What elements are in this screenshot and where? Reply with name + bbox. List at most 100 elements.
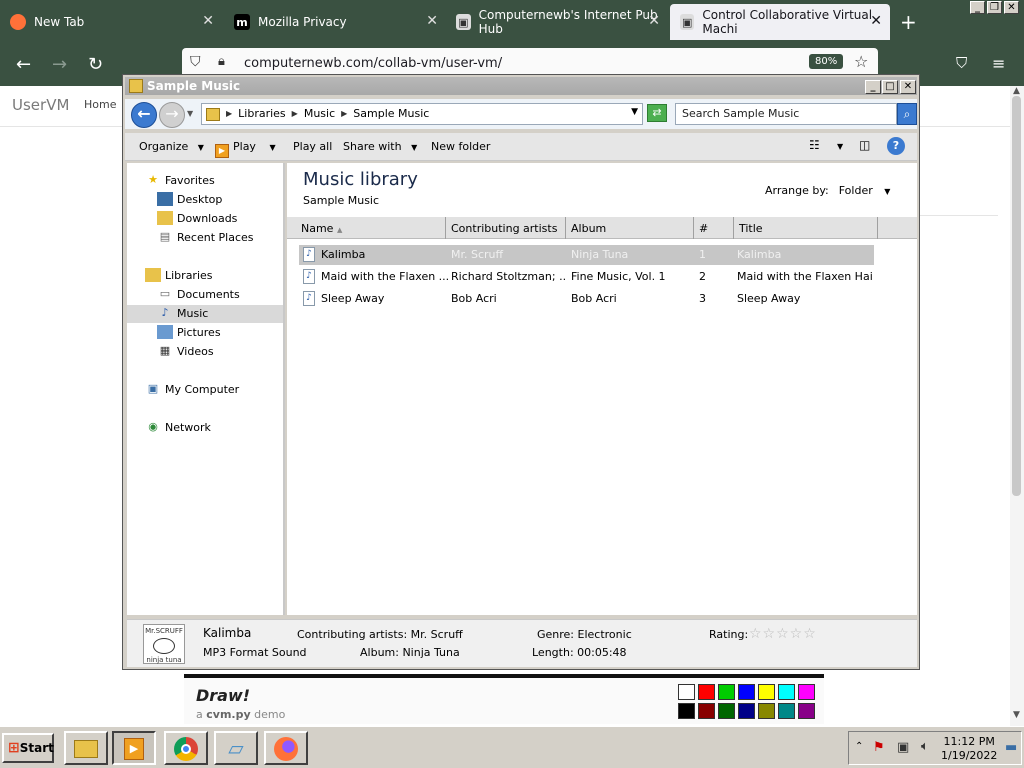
column-number[interactable]: # — [699, 222, 708, 235]
close-icon[interactable]: ✕ — [900, 80, 916, 94]
color-swatch[interactable] — [678, 684, 695, 700]
nav-item-pictures[interactable]: Pictures — [157, 325, 221, 339]
color-swatch[interactable] — [718, 684, 735, 700]
column-artists[interactable]: Contributing artists — [451, 222, 557, 235]
chevron-right-icon[interactable]: ▶ — [226, 109, 232, 118]
color-swatch[interactable] — [778, 703, 795, 719]
arrange-by[interactable]: Arrange by: Folder ▼ — [765, 184, 890, 197]
address-input[interactable]: ▶ Libraries ▶ Music ▶ Sample Music ▼ — [201, 103, 643, 125]
color-swatch[interactable] — [738, 684, 755, 700]
start-button[interactable]: ⊞Start — [2, 733, 54, 763]
nav-item-my-computer[interactable]: ▣ My Computer — [145, 382, 239, 396]
nav-item-documents[interactable]: ▭ Documents — [157, 287, 240, 301]
shield-icon[interactable]: ⛉ — [190, 54, 201, 70]
nav-item-recent-places[interactable]: ▤ Recent Places — [157, 230, 254, 244]
network-tray-icon[interactable]: ▣ — [897, 740, 909, 755]
play-all-button[interactable]: Play all — [293, 140, 332, 153]
search-icon[interactable]: ⌕ — [897, 103, 917, 125]
tab-mozilla-privacy[interactable]: m Mozilla Privacy ✕ — [224, 4, 446, 40]
column-divider[interactable] — [445, 217, 446, 239]
clock[interactable]: 11:12 PM 1/19/2022 — [941, 735, 997, 763]
maximize-icon[interactable]: □ — [882, 80, 898, 94]
scroll-down-icon[interactable]: ▼ — [1013, 710, 1020, 720]
chevron-down-icon[interactable]: ▼ — [837, 142, 843, 151]
scroll-up-icon[interactable]: ▲ — [1013, 86, 1020, 96]
color-swatch[interactable] — [758, 684, 775, 700]
url-text[interactable]: computernewb.com/collab-vm/user-vm/ — [244, 56, 502, 71]
color-swatch[interactable] — [798, 684, 815, 700]
view-options-icon[interactable]: ☷ — [809, 138, 820, 152]
security-alert-icon[interactable]: ⚑ — [873, 740, 885, 755]
new-folder-button[interactable]: New folder — [431, 140, 490, 153]
reload-icon[interactable]: ↻ — [88, 54, 103, 75]
nav-item-desktop[interactable]: Desktop — [157, 192, 222, 206]
lock-icon[interactable]: 🔒︎ — [218, 54, 225, 69]
restore-icon[interactable]: ❐ — [987, 1, 1002, 14]
nav-item-libraries[interactable]: Libraries — [145, 268, 213, 282]
column-title[interactable]: Title — [739, 222, 763, 235]
column-divider[interactable] — [733, 217, 734, 239]
pocket-icon[interactable]: ⛉ — [956, 54, 967, 72]
back-arrow-icon[interactable]: ← — [16, 54, 31, 75]
color-swatch[interactable] — [718, 703, 735, 719]
close-tab-icon[interactable]: ✕ — [426, 13, 438, 29]
breadcrumb-music[interactable]: Music — [304, 107, 335, 120]
tab-internet-pub-hub[interactable]: ▣ Computernewb's Internet Pub Hub ✕ — [446, 4, 668, 40]
breadcrumb-libraries[interactable]: Libraries — [238, 107, 286, 120]
table-row[interactable]: ♪ Maid with the Flaxen ... Richard Stolt… — [299, 267, 874, 287]
nav-item-network[interactable]: ◉ Network — [145, 420, 211, 434]
play-button[interactable]: ▶ Play ▼ — [215, 140, 276, 158]
history-dropdown-icon[interactable]: ▼ — [187, 109, 193, 118]
bookmark-star-icon[interactable]: ☆ — [854, 52, 868, 71]
search-input[interactable]: Search Sample Music — [675, 103, 897, 125]
share-with-button[interactable]: Share with ▼ — [343, 140, 417, 153]
close-tab-icon[interactable]: ✕ — [202, 13, 214, 29]
new-tab-plus-icon[interactable]: + — [900, 10, 917, 34]
rating-stars-icon[interactable]: ☆☆☆☆☆ — [749, 626, 817, 642]
table-row[interactable]: ♪ Kalimba Mr. Scruff Ninja Tuna 1 Kalimb… — [299, 245, 874, 265]
show-hidden-icons-icon[interactable]: ⌃ — [855, 741, 863, 752]
color-swatch[interactable] — [778, 684, 795, 700]
taskbar-chrome-button[interactable] — [164, 731, 208, 765]
taskbar-explorer-button[interactable] — [64, 731, 108, 765]
color-swatch[interactable] — [698, 703, 715, 719]
column-name[interactable]: Name ▲ — [301, 222, 342, 235]
close-tab-icon[interactable]: ✕ — [648, 13, 660, 29]
column-divider[interactable] — [565, 217, 566, 239]
zoom-badge[interactable]: 80% — [809, 54, 844, 69]
color-swatch[interactable] — [698, 684, 715, 700]
minimize-icon[interactable]: _ — [865, 80, 881, 94]
forward-arrow-icon[interactable]: → — [159, 102, 185, 128]
scrollbar-thumb[interactable] — [1012, 96, 1021, 496]
menu-hamburger-icon[interactable]: ≡ — [992, 54, 1005, 73]
preview-pane-icon[interactable]: ◫ — [859, 138, 870, 152]
column-album[interactable]: Album — [571, 222, 606, 235]
column-divider[interactable] — [693, 217, 694, 239]
column-divider[interactable] — [877, 217, 878, 239]
refresh-icon[interactable]: ⇄ — [647, 104, 667, 122]
nav-item-downloads[interactable]: Downloads — [157, 211, 237, 225]
minimize-icon[interactable]: _ — [970, 1, 985, 14]
color-swatch[interactable] — [758, 703, 775, 719]
chevron-down-icon[interactable]: ▼ — [631, 107, 638, 117]
taskbar-app-button[interactable]: ▱ — [214, 731, 258, 765]
color-swatch[interactable] — [678, 703, 695, 719]
volume-icon[interactable]: 🔈︎ — [921, 739, 929, 754]
close-tab-icon[interactable]: ✕ — [870, 13, 882, 29]
breadcrumb-sample-music[interactable]: Sample Music — [353, 107, 429, 120]
tab-new-tab[interactable]: New Tab ✕ — [0, 4, 222, 40]
chevron-right-icon[interactable]: ▶ — [341, 109, 347, 118]
window-title-bar[interactable]: Sample Music _ □ ✕ — [125, 77, 917, 95]
forward-arrow-icon[interactable]: → — [52, 54, 67, 75]
taskbar-media-player-button[interactable]: ▶ — [112, 731, 156, 765]
page-scrollbar[interactable]: ▲ ▼ — [1010, 86, 1024, 726]
back-arrow-icon[interactable]: ← — [131, 102, 157, 128]
color-swatch[interactable] — [738, 703, 755, 719]
nav-item-favorites[interactable]: ★ Favorites — [145, 173, 215, 187]
show-desktop-icon[interactable]: ▬ — [1005, 740, 1017, 755]
nav-home-link[interactable]: Home — [84, 98, 116, 111]
nav-item-music[interactable]: ♪ Music — [157, 306, 208, 320]
nav-item-videos[interactable]: ▦ Videos — [157, 344, 214, 358]
table-row[interactable]: ♪ Sleep Away Bob Acri Bob Acri 3 Sleep A… — [299, 289, 874, 309]
color-swatch[interactable] — [798, 703, 815, 719]
